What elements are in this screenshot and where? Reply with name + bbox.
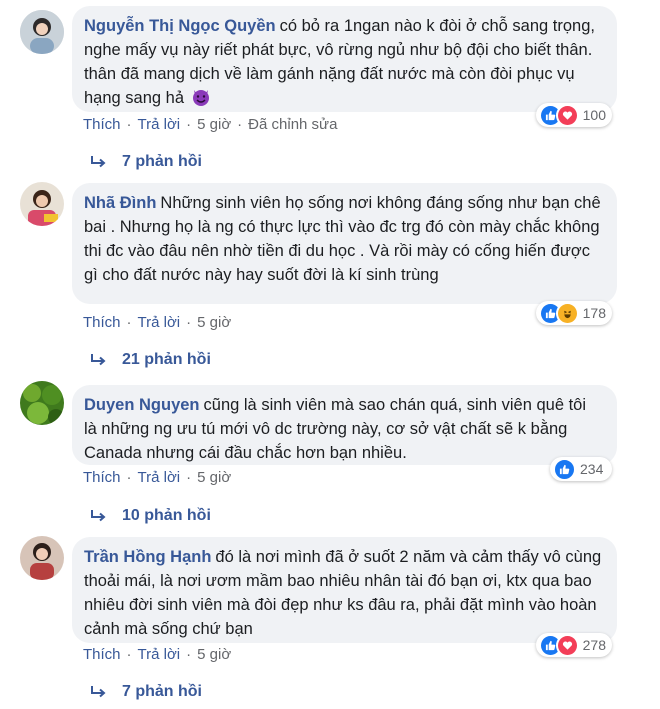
comment-timestamp[interactable]: 5 giờ <box>197 116 231 133</box>
comment-bubble: Nhã Đình Những sinh viên họ sống nơi khôn… <box>72 183 617 304</box>
separator: · <box>126 469 132 486</box>
love-reaction-icon <box>555 633 579 657</box>
replies-count[interactable]: 10 phản hồi <box>122 507 211 525</box>
like-reaction-icon <box>553 457 576 481</box>
reply-arrow-icon <box>91 510 106 522</box>
edited-label[interactable]: Đã chỉnh sửa <box>248 116 337 133</box>
view-replies-link[interactable]: 10 phản hồi <box>90 507 211 525</box>
comment-text: Những sinh viên họ sống nơi không đáng s… <box>84 194 601 284</box>
reply-arrow-icon <box>91 686 106 698</box>
reply-arrow-icon <box>91 156 106 168</box>
reply-button[interactable]: Trả lời <box>138 116 181 133</box>
comment-author[interactable]: Duyen Nguyen <box>84 396 200 414</box>
reaction-summary[interactable]: 278 <box>536 633 612 657</box>
avatar[interactable] <box>20 536 64 580</box>
comment-bubble: Trần Hồng Hạnh đó là nơi mình đã ở suốt 2… <box>72 537 617 643</box>
comment-bubble: Duyen Nguyen cũng là sinh viên mà sao chá… <box>72 385 617 465</box>
reply-button[interactable]: Trả lời <box>138 469 181 486</box>
comment-bubble: Nguyễn Thị Ngọc Quyền có bỏ ra 1ngan nào … <box>72 6 617 112</box>
reaction-count: 178 <box>582 305 606 321</box>
reaction-count: 100 <box>582 107 606 123</box>
smiling-devil-emoji <box>192 90 209 106</box>
replies-count[interactable]: 21 phản hồi <box>122 351 211 369</box>
view-replies-link[interactable]: 7 phản hồi <box>90 153 202 171</box>
comment-actions: Thích · Trả lời · 5 giờ <box>83 314 231 331</box>
comment-actions: Thích · Trả lời · 5 giờ · Đã chỉnh sửa <box>83 116 337 133</box>
comment-timestamp[interactable]: 5 giờ <box>197 314 231 331</box>
comment-author[interactable]: Trần Hồng Hạnh <box>84 548 211 566</box>
separator: · <box>186 469 192 486</box>
like-button[interactable]: Thích <box>83 469 121 486</box>
reaction-count: 234 <box>580 461 604 477</box>
reaction-summary[interactable]: 100 <box>536 103 612 127</box>
like-button[interactable]: Thích <box>83 646 121 663</box>
like-button[interactable]: Thích <box>83 314 121 331</box>
reply-button[interactable]: Trả lời <box>138 646 181 663</box>
reply-arrow-icon <box>91 354 106 366</box>
comment-author[interactable]: Nguyễn Thị Ngọc Quyền <box>84 17 276 35</box>
avatar[interactable] <box>20 182 64 226</box>
reaction-summary[interactable]: 234 <box>550 457 612 481</box>
reaction-count: 278 <box>582 637 606 653</box>
reply-button[interactable]: Trả lời <box>138 314 181 331</box>
comment-timestamp[interactable]: 5 giờ <box>197 469 231 486</box>
separator: · <box>126 116 132 133</box>
like-button[interactable]: Thích <box>83 116 121 133</box>
avatar[interactable] <box>20 381 64 425</box>
comment-actions: Thích · Trả lời · 5 giờ <box>83 469 231 486</box>
view-replies-link[interactable]: 21 phản hồi <box>90 351 211 369</box>
replies-count[interactable]: 7 phản hồi <box>122 153 202 171</box>
separator: · <box>126 314 132 331</box>
replies-count[interactable]: 7 phản hồi <box>122 683 202 701</box>
love-reaction-icon <box>555 103 579 127</box>
separator: · <box>237 116 243 133</box>
avatar[interactable] <box>20 10 64 54</box>
separator: · <box>186 314 192 331</box>
comment-timestamp[interactable]: 5 giờ <box>197 646 231 663</box>
separator: · <box>186 116 192 133</box>
comment-actions: Thích · Trả lời · 5 giờ <box>83 646 231 663</box>
separator: · <box>186 646 192 663</box>
comment-author[interactable]: Nhã Đình <box>84 194 156 212</box>
separator: · <box>126 646 132 663</box>
view-replies-link[interactable]: 7 phản hồi <box>90 683 202 701</box>
reaction-summary[interactable]: 178 <box>536 301 612 325</box>
haha-reaction-icon <box>555 301 579 325</box>
